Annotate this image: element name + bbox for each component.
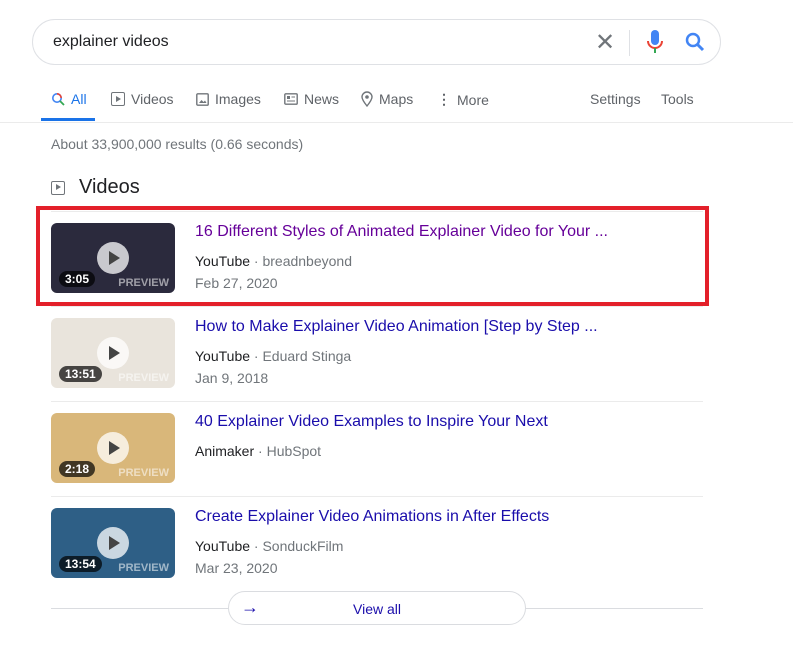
play-icon <box>97 337 129 369</box>
channel-name: HubSpot <box>266 443 322 459</box>
tab-more[interactable]: ⋮ More <box>437 91 489 108</box>
preview-label: PREVIEW <box>118 372 169 384</box>
duration-badge: 13:51 <box>59 366 102 382</box>
video-thumbnail[interactable]: 2:18 PREVIEW <box>51 413 175 483</box>
view-all-button[interactable]: → View all <box>228 591 526 625</box>
video-date: Jan 9, 2018 <box>195 370 269 386</box>
search-icon[interactable] <box>683 30 707 54</box>
tab-label: More <box>457 91 489 108</box>
result-stats: About 33,900,000 results (0.66 seconds) <box>51 136 304 152</box>
video-result[interactable]: 13:51 PREVIEW How to Make Explainer Vide… <box>51 306 703 402</box>
search-icon <box>52 93 65 106</box>
source-name: YouTube <box>195 348 251 364</box>
source-name: YouTube <box>195 538 251 554</box>
video-icon <box>51 180 65 195</box>
video-thumbnail[interactable]: 13:51 PREVIEW <box>51 318 175 388</box>
channel-name: SonduckFilm <box>262 538 344 554</box>
settings-link[interactable]: Settings <box>590 91 641 107</box>
video-source: Animaker · HubSpot <box>195 443 322 459</box>
map-pin-icon <box>361 91 373 107</box>
news-icon <box>284 93 298 105</box>
play-icon <box>97 432 129 464</box>
video-result[interactable]: 13:54 PREVIEW Create Explainer Video Ani… <box>51 496 703 592</box>
tab-label: Maps <box>379 91 414 107</box>
tab-all[interactable]: All <box>51 91 87 107</box>
tab-news[interactable]: News <box>284 91 339 107</box>
tab-videos[interactable]: Videos <box>111 91 174 107</box>
arrow-right-icon: → <box>241 597 259 617</box>
tab-label: All <box>71 91 87 107</box>
video-title-link[interactable]: How to Make Explainer Video Animation [S… <box>195 318 598 336</box>
video-source: YouTube · Eduard Stinga <box>195 348 352 364</box>
divider <box>629 30 630 56</box>
search-box[interactable]: explainer videos ✕ <box>32 19 721 65</box>
video-thumbnail[interactable]: 13:54 PREVIEW <box>51 508 175 578</box>
active-tab-indicator <box>41 118 95 121</box>
video-icon <box>111 92 125 106</box>
tab-label: Videos <box>131 91 174 107</box>
tab-images[interactable]: Images <box>196 91 261 107</box>
microphone-icon[interactable] <box>645 28 665 56</box>
video-source: YouTube · SonduckFilm <box>195 538 344 554</box>
tab-label: Images <box>215 91 261 107</box>
video-title-link[interactable]: Create Explainer Video Animations in Aft… <box>195 508 549 526</box>
highlight-box <box>36 206 709 306</box>
play-icon <box>97 527 129 559</box>
duration-badge: 2:18 <box>59 461 96 477</box>
image-icon <box>196 92 209 106</box>
video-date: Mar 23, 2020 <box>195 560 278 576</box>
tab-label: News <box>304 91 340 107</box>
videos-heading: Videos <box>51 176 140 199</box>
duration-badge: 13:54 <box>59 556 102 572</box>
divider <box>0 122 793 123</box>
channel-name: Eduard Stinga <box>262 348 352 364</box>
video-title-link[interactable]: 40 Explainer Video Examples to Inspire Y… <box>195 413 548 431</box>
source-name: Animaker <box>195 443 255 459</box>
view-all-label: View all <box>353 601 401 617</box>
tools-link[interactable]: Tools <box>661 91 694 107</box>
preview-label: PREVIEW <box>118 562 169 574</box>
tab-maps[interactable]: Maps <box>361 91 413 107</box>
more-vert-icon: ⋮ <box>437 91 451 107</box>
preview-label: PREVIEW <box>118 467 169 479</box>
video-result[interactable]: 2:18 PREVIEW 40 Explainer Video Examples… <box>51 401 703 497</box>
clear-icon[interactable]: ✕ <box>595 28 615 57</box>
search-input[interactable]: explainer videos <box>53 33 169 51</box>
heading-text: Videos <box>79 176 140 198</box>
